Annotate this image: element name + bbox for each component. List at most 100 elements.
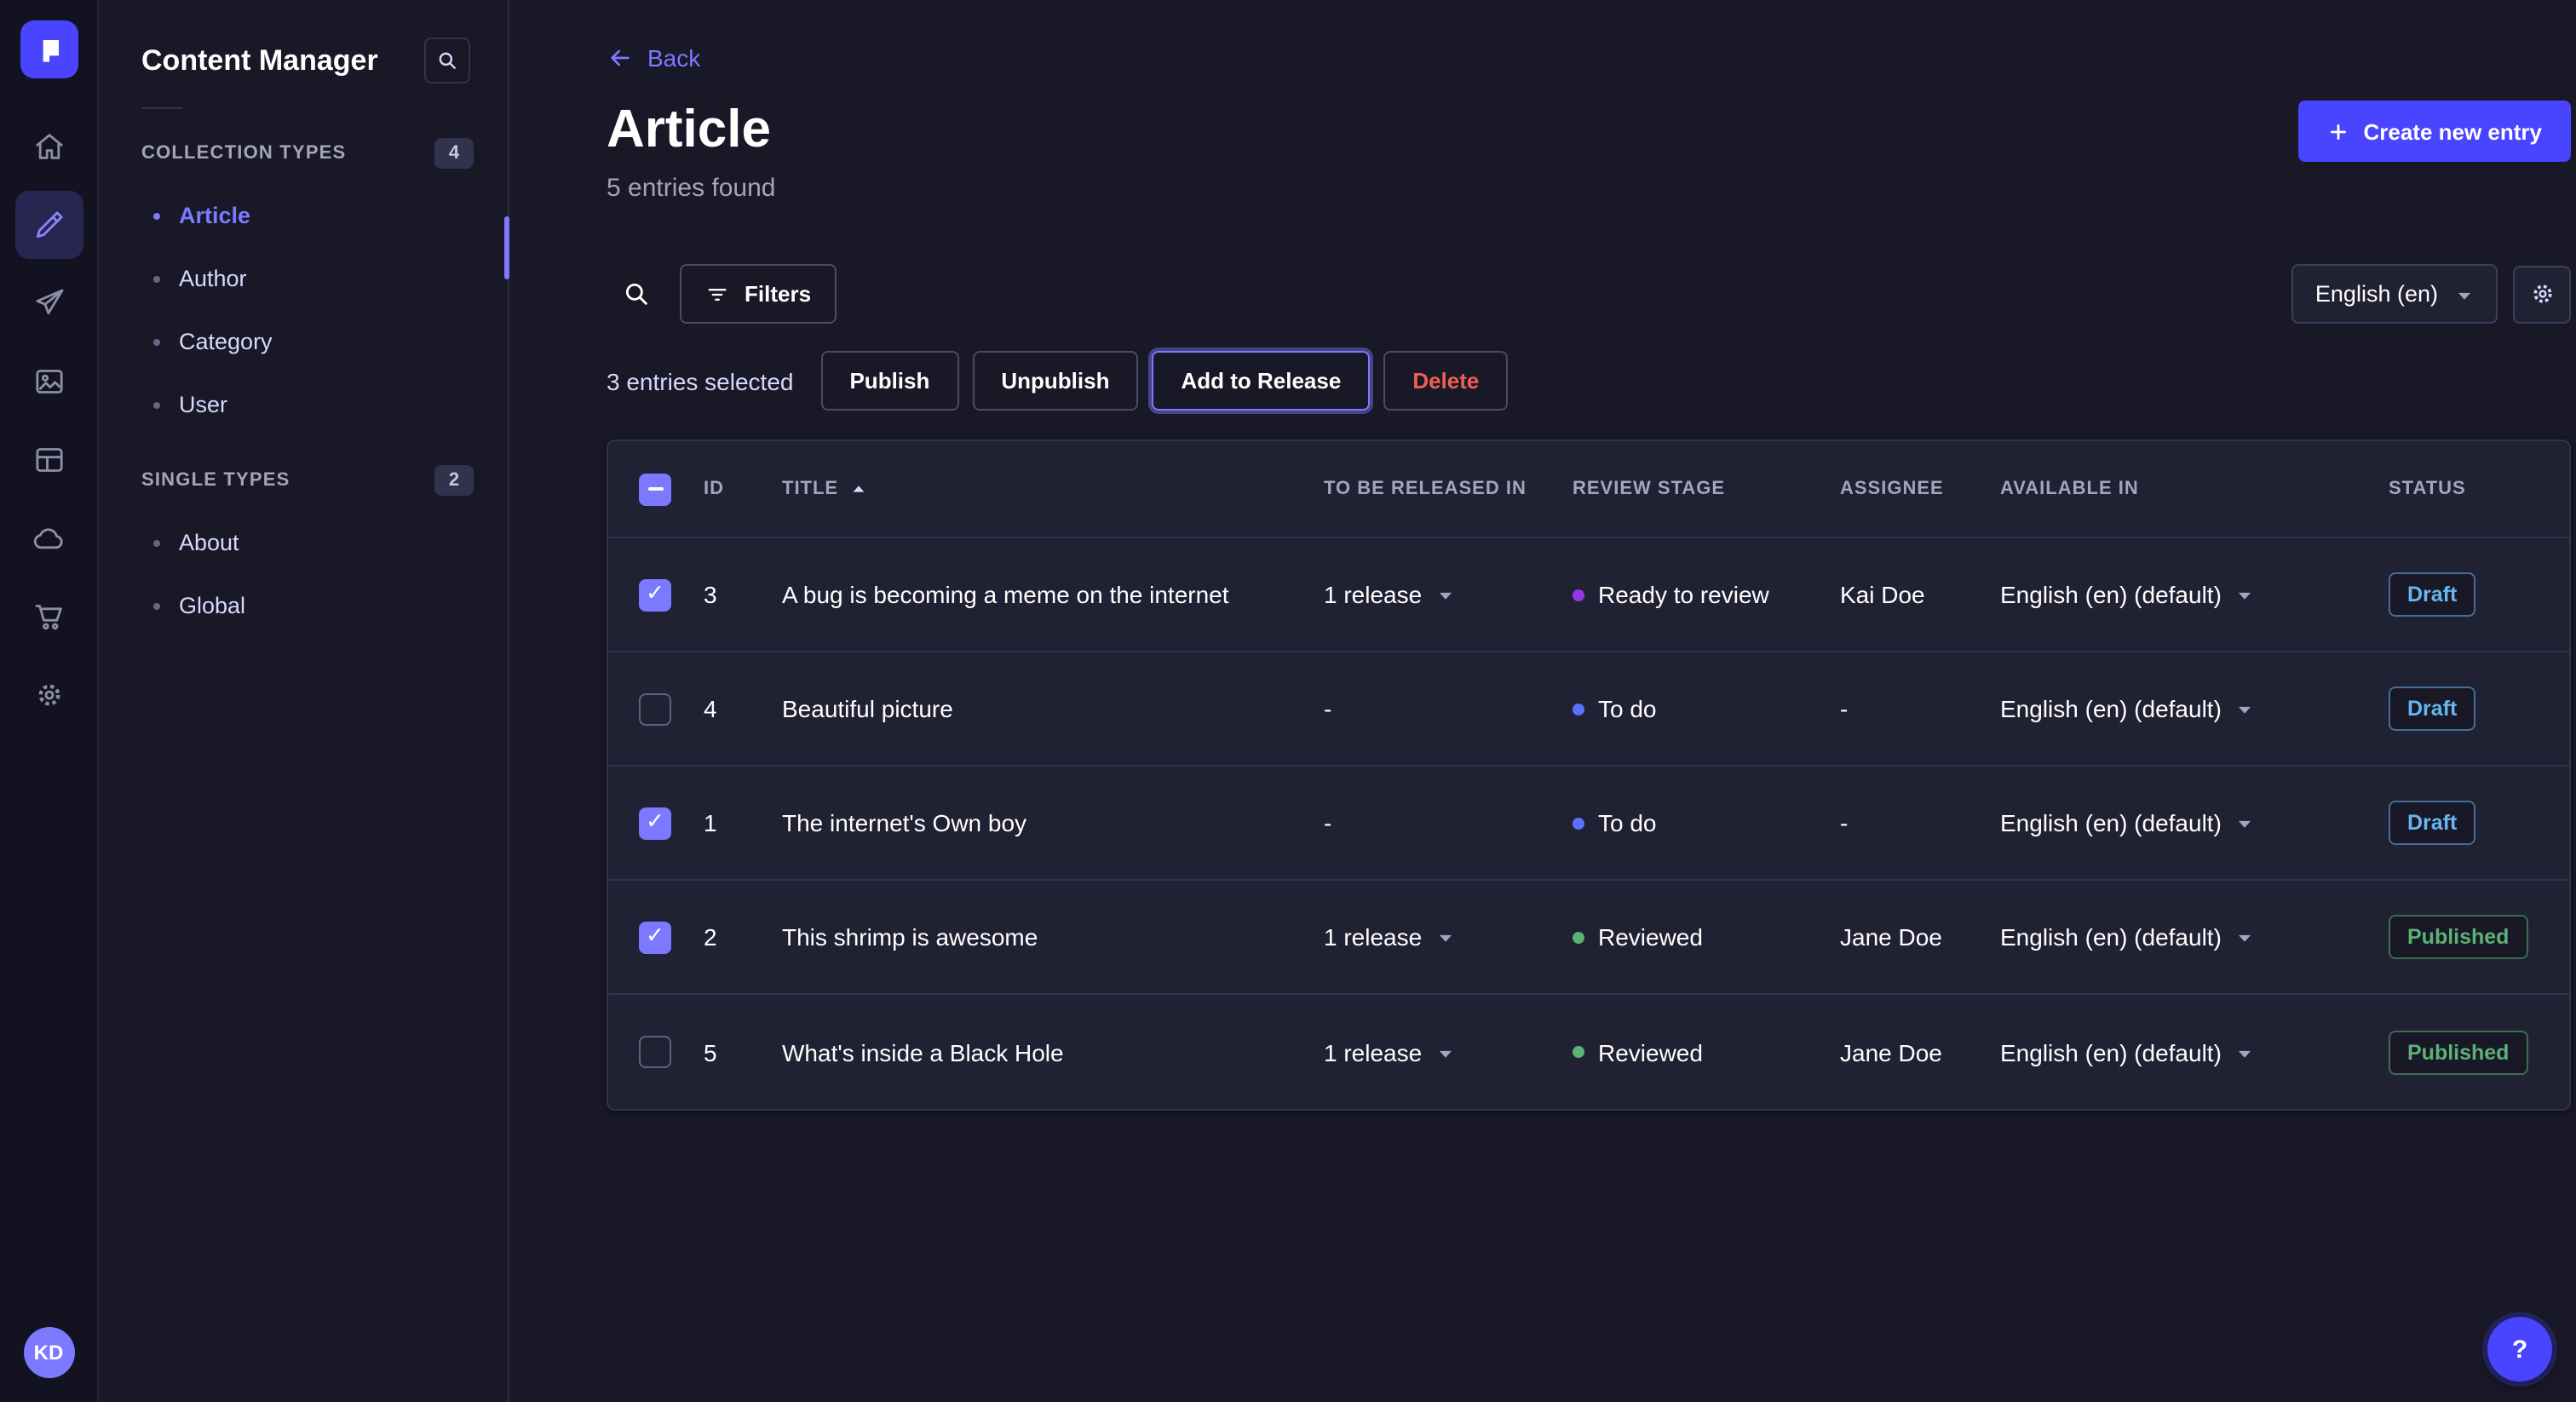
stage-dot: [1573, 589, 1584, 600]
filters-label: Filters: [745, 281, 811, 307]
status-badge: Published: [2389, 1030, 2527, 1074]
sidebar-item-label: Author: [179, 266, 247, 291]
cell-release-dropdown[interactable]: 1 release: [1324, 923, 1573, 951]
column-header-status[interactable]: STATUS: [2389, 479, 2569, 499]
cell-title: Beautiful picture: [782, 695, 1324, 722]
cell-available-in[interactable]: English (en) (default): [2000, 809, 2389, 836]
table-row[interactable]: 5 What's inside a Black Hole 1 release R…: [608, 995, 2569, 1109]
locale-caret-icon: [2235, 814, 2254, 833]
bullet-icon: [153, 602, 160, 609]
sidebar-item-label: User: [179, 392, 227, 417]
unpublish-button[interactable]: Unpublish: [972, 351, 1138, 411]
status-badge: Draft: [2389, 801, 2475, 845]
stage-label: Reviewed: [1598, 1038, 1703, 1066]
cell-available-in[interactable]: English (en) (default): [2000, 581, 2389, 608]
cell-available-in[interactable]: English (en) (default): [2000, 1038, 2389, 1066]
publish-button[interactable]: Publish: [820, 351, 958, 411]
plus-icon: [2327, 120, 2349, 142]
release-label: 1 release: [1324, 581, 1422, 608]
release-caret-icon: [1435, 928, 1454, 947]
back-label: Back: [647, 44, 700, 72]
add-to-release-button[interactable]: Add to Release: [1152, 351, 1370, 411]
help-button[interactable]: ?: [2487, 1317, 2552, 1382]
user-avatar[interactable]: KD: [23, 1327, 74, 1378]
row-checkbox[interactable]: [639, 578, 671, 611]
entries-found-subtitle: 5 entries found: [607, 174, 2571, 203]
row-checkbox[interactable]: [639, 807, 671, 839]
strapi-logo[interactable]: [20, 20, 78, 78]
cell-available-in[interactable]: English (en) (default): [2000, 923, 2389, 951]
bullet-icon: [153, 275, 160, 282]
column-header-id[interactable]: ID: [704, 479, 782, 499]
release-label: -: [1324, 695, 1331, 722]
column-header-title[interactable]: TITLE: [782, 479, 1324, 499]
available-in-label: English (en) (default): [2000, 809, 2222, 836]
stage-label: To do: [1598, 695, 1657, 722]
table-row[interactable]: 2 This shrimp is awesome 1 release Revie…: [608, 881, 2569, 995]
table-row[interactable]: 3 A bug is becoming a meme on the intern…: [608, 538, 2569, 652]
cell-release-dropdown[interactable]: -: [1324, 695, 1573, 722]
cloud-icon[interactable]: [14, 504, 83, 572]
stage-dot: [1573, 817, 1584, 829]
releases-icon[interactable]: [14, 269, 83, 337]
filters-button[interactable]: Filters: [680, 264, 837, 324]
cell-release-dropdown[interactable]: -: [1324, 809, 1573, 836]
selection-bar: 3 entries selected Publish Unpublish Add…: [607, 351, 2571, 411]
table-row[interactable]: 1 The internet's Own boy - To do - Engli…: [608, 767, 2569, 881]
column-header-review-stage[interactable]: REVIEW STAGE: [1573, 479, 1840, 499]
cell-available-in[interactable]: English (en) (default): [2000, 695, 2389, 722]
cell-assignee: Jane Doe: [1840, 1038, 2000, 1066]
cell-release-dropdown[interactable]: 1 release: [1324, 1038, 1573, 1066]
cell-id: 2: [704, 923, 782, 951]
status-badge: Draft: [2389, 572, 2475, 617]
sidebar-search-button[interactable]: [424, 37, 470, 83]
back-link[interactable]: Back: [607, 44, 700, 72]
search-button[interactable]: [607, 265, 664, 323]
sidebar-item-user[interactable]: User: [99, 373, 508, 436]
bullet-icon: [153, 212, 160, 219]
row-checkbox[interactable]: [639, 1036, 671, 1068]
table-row[interactable]: 4 Beautiful picture - To do - English (e…: [608, 652, 2569, 767]
cell-title: The internet's Own boy: [782, 809, 1324, 836]
view-settings-button[interactable]: [2513, 265, 2571, 323]
content-type-builder-icon[interactable]: [14, 426, 83, 494]
sidebar-item-author[interactable]: Author: [99, 247, 508, 310]
media-library-icon[interactable]: [14, 348, 83, 416]
cell-release-dropdown[interactable]: 1 release: [1324, 581, 1573, 608]
row-checkbox[interactable]: [639, 692, 671, 725]
sidebar-item-about[interactable]: About: [99, 511, 508, 574]
sidebar-divider: [141, 107, 182, 109]
sort-ascending-icon: [850, 480, 867, 497]
cell-assignee: -: [1840, 695, 2000, 722]
locale-caret-icon: [2235, 586, 2254, 605]
locale-select[interactable]: English (en): [2291, 264, 2498, 324]
sidebar-item-label: About: [179, 530, 239, 555]
sidebar-item-category[interactable]: Category: [99, 310, 508, 373]
stage-dot: [1573, 931, 1584, 943]
bullet-icon: [153, 539, 160, 546]
sidebar-item-label: Article: [179, 203, 250, 228]
column-header-release[interactable]: TO BE RELEASED IN: [1324, 479, 1573, 499]
section-label: SINGLE TYPES: [141, 470, 290, 491]
sidebar-item-global[interactable]: Global: [99, 574, 508, 637]
release-caret-icon: [1435, 586, 1454, 605]
delete-button[interactable]: Delete: [1383, 351, 1508, 411]
settings-gear-icon[interactable]: [14, 661, 83, 729]
search-icon: [436, 49, 458, 72]
available-in-label: English (en) (default): [2000, 695, 2222, 722]
sidebar-item-article[interactable]: Article: [99, 184, 508, 247]
table-header-row: ID TITLE TO BE RELEASED IN REVIEW STAGE …: [608, 441, 2569, 538]
locale-caret-icon: [2235, 928, 2254, 947]
cell-id: 1: [704, 809, 782, 836]
create-new-entry-button[interactable]: Create new entry: [2298, 101, 2571, 162]
marketplace-cart-icon[interactable]: [14, 583, 83, 651]
column-header-assignee[interactable]: ASSIGNEE: [1840, 479, 2000, 499]
collection-types-section: COLLECTION TYPES 4 Article Author Catego…: [99, 133, 508, 436]
arrow-left-icon: [607, 44, 634, 72]
content-manager-icon[interactable]: [14, 191, 83, 259]
sidebar-item-label: Category: [179, 329, 273, 354]
column-header-available-in[interactable]: AVAILABLE IN: [2000, 479, 2389, 499]
row-checkbox[interactable]: [639, 921, 671, 953]
select-all-checkbox[interactable]: [639, 473, 671, 505]
home-icon[interactable]: [14, 112, 83, 181]
